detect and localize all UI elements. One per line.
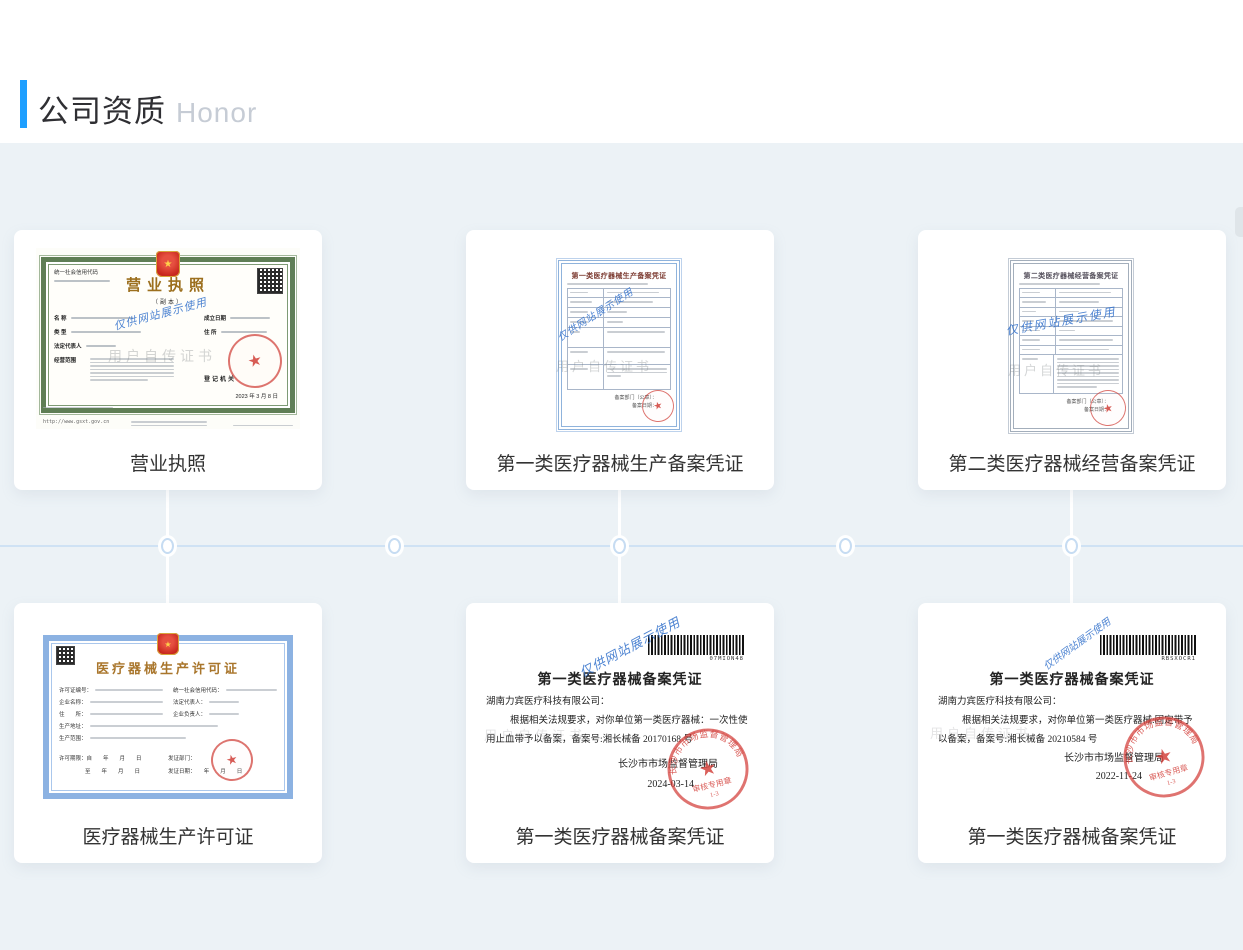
- cert-subtitle: （副本）: [46, 297, 290, 306]
- barcode-text: RBSXOCR1: [1162, 656, 1197, 662]
- cert-title: 第一类医疗器械生产备案凭证: [567, 271, 671, 281]
- stamp-num-text: 1-3: [709, 790, 719, 799]
- page-title-zh: 公司资质: [38, 94, 166, 129]
- operation-filing-cert: 第二类医疗器械经营备案凭证 备案部门（公章）： 备案日期： ★ 仅供网站展示使用…: [1010, 260, 1132, 432]
- cert-caption: 第一类医疗器械备案凭证: [466, 822, 774, 849]
- national-emblem-icon: ★: [157, 633, 179, 655]
- license-term-line2: 至 年 月 日: [59, 766, 168, 779]
- timeline-node: [613, 538, 626, 554]
- production-filing-cert: 第一类医疗器械生产备案凭证 备案部门（公章）： 备案日期： ★ 仅供网站展示使用…: [558, 260, 680, 430]
- scope-text-lines: [90, 356, 174, 383]
- issue-date: 2023 年 3 月 8 日: [236, 392, 279, 400]
- cert-body-line: 以备案，备案号:湘长械备 20210584 号: [938, 731, 1097, 745]
- field-label: 住 所: [204, 328, 217, 336]
- page-title: 公司资质 Honor: [38, 86, 257, 131]
- cert-body-line: 湖南力宾医疗科技有限公司：: [486, 693, 610, 707]
- field-label: 统一社会信用代码：: [173, 686, 223, 694]
- business-license-cert: ★ 统一社会信用代码 营业执照 （副本） 名 称 类 型 法定代表人 经营范围: [36, 248, 300, 429]
- certificate-card-device-filing-2[interactable]: RBSXOCR1 第一类医疗器械备案凭证 湖南力宾医疗科技有限公司： 根据相关法…: [918, 603, 1226, 863]
- field-label: 企业名称：: [59, 698, 87, 706]
- accent-bar: [20, 80, 27, 128]
- license-term-line: 许可期限：自 年 月 日: [59, 753, 168, 766]
- field-label: 名 称: [54, 314, 67, 322]
- certificate-card-operation-filing[interactable]: 第二类医疗器械经营备案凭证 备案部门（公章）： 备案日期： ★ 仅供网站展示使用…: [918, 230, 1226, 490]
- cert-caption: 营业执照: [14, 449, 322, 476]
- field-label: 经营范围: [54, 356, 76, 364]
- barcode-text: 07MION48: [710, 656, 745, 662]
- cert-caption: 医疗器械生产许可证: [14, 822, 322, 849]
- svg-text:★: ★: [697, 756, 720, 782]
- field-label: 法定代表人: [54, 342, 82, 350]
- qr-code: [56, 646, 75, 665]
- floating-widget-tab[interactable]: [1235, 207, 1243, 237]
- timeline-node: [1065, 538, 1078, 554]
- field-label: 企业负责人：: [173, 710, 206, 718]
- field-label: 类 型: [54, 328, 67, 336]
- field-label: 许可证编号：: [59, 686, 92, 694]
- certificate-card-production-license[interactable]: ★ 医疗器械生产许可证 许可证编号： 统一社会信用代码： 企业名称： 法定代表人…: [14, 603, 322, 863]
- device-filing-cert-1: 07MION48 第一类医疗器械备案凭证 湖南力宾医疗科技有限公司： 根据相关法…: [484, 629, 756, 817]
- cert-body-line: 湖南力宾医疗科技有限公司：: [938, 693, 1062, 707]
- cert-border: ★ 统一社会信用代码 营业执照 （副本） 名 称 类 型 法定代表人 经营范围: [41, 257, 295, 413]
- field-label: 生产范围：: [59, 734, 87, 742]
- device-filing-cert-2: RBSXOCR1 第一类医疗器械备案凭证 湖南力宾医疗科技有限公司： 根据相关法…: [936, 629, 1208, 817]
- field-label: 住 所：: [59, 710, 87, 718]
- production-license-cert: ★ 医疗器械生产许可证 许可证编号： 统一社会信用代码： 企业名称： 法定代表人…: [43, 635, 293, 799]
- field-label: 生产地址：: [59, 722, 87, 730]
- registrar-label: 登记机关: [204, 374, 236, 383]
- timeline-node: [161, 538, 174, 554]
- cert-title: 第二类医疗器械经营备案凭证: [1019, 271, 1123, 281]
- cert-title: 第一类医疗器械备案凭证: [484, 669, 756, 689]
- official-stamp: ★: [222, 328, 288, 394]
- field-label: 法定代表人：: [173, 698, 206, 706]
- cert-table: [1019, 288, 1123, 394]
- certificate-card-device-filing-1[interactable]: 07MION48 第一类医疗器械备案凭证 湖南力宾医疗科技有限公司： 根据相关法…: [466, 603, 774, 863]
- official-stamp: ★: [638, 386, 677, 425]
- cert-url: http://www.gsxt.gov.cn: [43, 419, 109, 425]
- cert-title: 医疗器械生产许可证: [59, 658, 277, 677]
- cert-table: [567, 288, 671, 390]
- barcode: [1100, 635, 1196, 655]
- certificate-card-production-filing[interactable]: 第一类医疗器械生产备案凭证 备案部门（公章）： 备案日期： ★ 仅供网站展示使用…: [466, 230, 774, 490]
- qr-code: [257, 268, 283, 294]
- timeline-node: [839, 538, 852, 554]
- certificate-card-business-license[interactable]: ★ 统一社会信用代码 营业执照 （副本） 名 称 类 型 法定代表人 经营范围: [14, 230, 322, 490]
- stamp-num-text: 1-3: [1166, 778, 1176, 787]
- cert-title: 营业执照: [46, 274, 290, 295]
- field-label: 成立日期: [204, 314, 226, 322]
- timeline-node: [388, 538, 401, 554]
- cert-caption: 第一类医疗器械生产备案凭证: [466, 449, 774, 476]
- barcode: [648, 635, 744, 655]
- cert-caption: 第一类医疗器械备案凭证: [918, 822, 1226, 849]
- cert-footnotes: http://www.gsxt.gov.cn: [43, 405, 293, 429]
- cert-caption: 第二类医疗器械经营备案凭证: [918, 449, 1226, 476]
- cert-title: 第一类医疗器械备案凭证: [936, 669, 1208, 689]
- page-title-en: Honor: [176, 97, 257, 128]
